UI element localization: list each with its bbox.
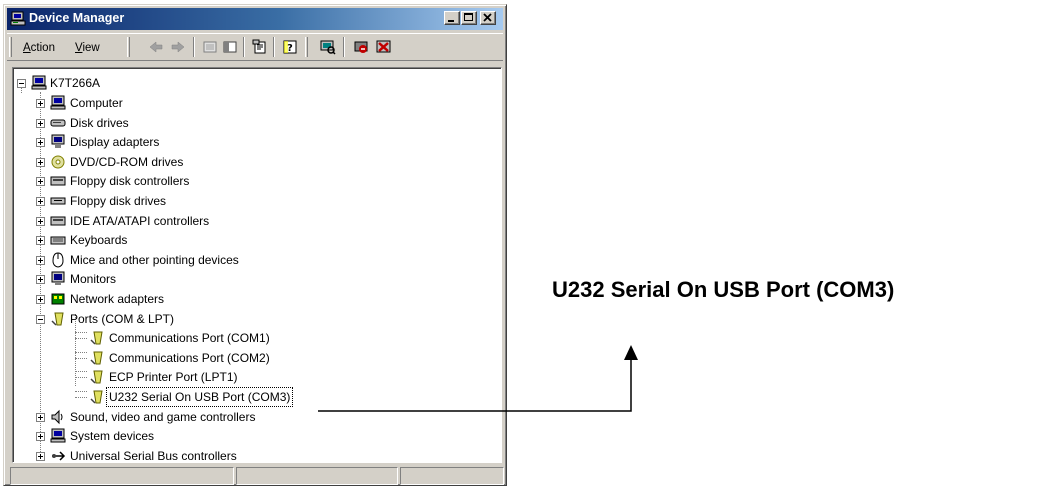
callout-arrow xyxy=(318,345,638,412)
callout-label: U232 Serial On USB Port (COM3) xyxy=(552,277,895,302)
